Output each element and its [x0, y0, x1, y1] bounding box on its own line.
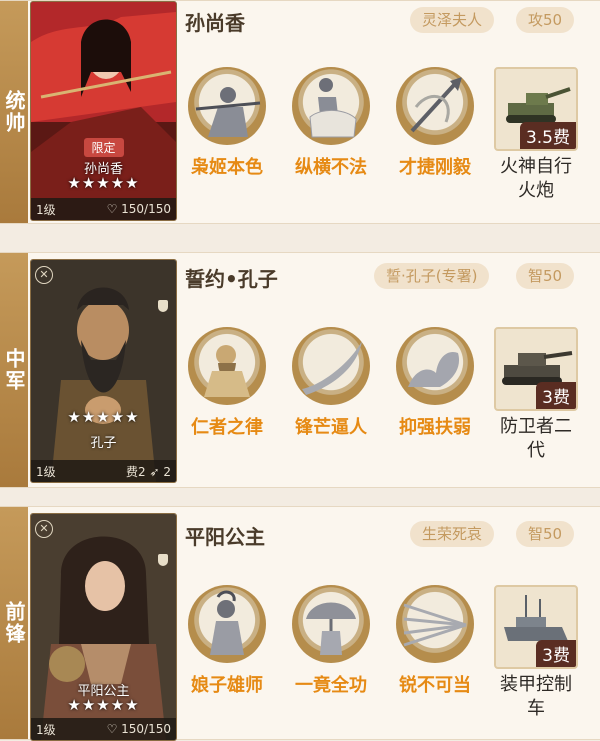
card-footer: 1级 费2 ➶ 2 — [31, 460, 176, 482]
general-name: 誓约•孔子 — [185, 267, 278, 291]
role-label: 中军 — [0, 253, 28, 487]
equipment-label: 装甲控制车 — [500, 674, 572, 719]
cost-badge: 3费 — [536, 640, 576, 667]
equipment-label: 防卫者二代 — [500, 416, 572, 461]
feather-icon: ➶ — [149, 464, 160, 479]
warrior-woman-icon — [188, 585, 266, 663]
tank-icon: 3费 — [494, 327, 578, 411]
star-rating: ★★★★★ — [67, 408, 140, 426]
stat-tag: 智50 — [516, 263, 575, 289]
skill-label: 才捷刚毅 — [399, 157, 471, 178]
skill-label: 娘子雄师 — [191, 675, 263, 696]
sage-icon — [188, 327, 266, 405]
role-label: 统帅 — [0, 1, 28, 223]
archer-icon — [188, 67, 266, 145]
umbrella-figure-icon — [292, 585, 370, 663]
shield-icon — [158, 554, 168, 566]
skill-label: 纵横不法 — [295, 157, 367, 178]
arm-muscle-icon — [396, 327, 474, 405]
blade-icon — [292, 327, 370, 405]
spear-icon — [396, 67, 474, 145]
armored-vehicle-icon: 3费 — [494, 585, 578, 669]
skill-1[interactable]: 娘子雄师 — [180, 585, 274, 697]
skill-label: 锋芒逼人 — [295, 417, 367, 438]
heart-icon: ♡ — [106, 722, 122, 736]
cost-badge: 3.5费 — [519, 122, 576, 149]
equipment-slot[interactable]: 3费 装甲控制车 — [493, 585, 579, 721]
equipment-slot[interactable]: 3费 防卫者二代 — [493, 327, 579, 463]
level-text: 1级 — [36, 722, 56, 737]
general-panel-1: 统帅 限定 孙尚香 ★★★★★ 1级 ♡ 150/150 孙尚香 灵泽夫人 攻5… — [0, 0, 600, 224]
title-tag: 誓·孔子(专署) — [374, 263, 490, 289]
stat-tag: 智50 — [516, 521, 575, 547]
horse-rider-icon — [292, 67, 370, 145]
card-footer: 1级 ♡ 150/150 — [31, 198, 176, 220]
skill-label: 抑强扶弱 — [399, 417, 471, 438]
card-general-name: 孔子 — [90, 436, 117, 451]
skill-2[interactable]: 锋芒逼人 — [284, 327, 378, 439]
limited-badge: 限定 — [83, 138, 124, 157]
skill-2[interactable]: 纵横不法 — [284, 67, 378, 179]
general-panel-2: 中军 ✕ ★★★★★ 孔子 1级 费2 ➶ 2 誓约•孔子 誓·孔子(专署) 智… — [0, 252, 600, 488]
title-tag: 灵泽夫人 — [410, 7, 495, 33]
cost-badge: 3费 — [536, 382, 576, 409]
heart-icon: ♡ — [106, 202, 122, 216]
hp-display: ♡ 150/150 — [106, 202, 171, 216]
close-icon[interactable]: ✕ — [35, 266, 53, 284]
skill-label: 枭姬本色 — [191, 157, 263, 178]
skill-1[interactable]: 仁者之律 — [180, 327, 274, 439]
general-panel-3: 前锋 ✕ 平阳公主 ★★★★★ 1级 ♡ 150/150 平阳公主 生荣死哀 智… — [0, 506, 600, 741]
role-label: 前锋 — [0, 507, 28, 739]
skill-label: 锐不可当 — [399, 675, 471, 696]
skill-3[interactable]: 才捷刚毅 — [388, 67, 482, 179]
hp-display: ♡ 150/150 — [106, 722, 171, 736]
star-rating: ★★★★★ — [67, 174, 140, 192]
skill-2[interactable]: 一竟全功 — [284, 585, 378, 697]
cost-display: 费2 ➶ 2 — [126, 464, 171, 479]
title-tag: 生荣死哀 — [410, 521, 495, 547]
close-icon[interactable]: ✕ — [35, 520, 53, 538]
skill-3[interactable]: 抑强扶弱 — [388, 327, 482, 439]
skill-label: 仁者之律 — [191, 417, 263, 438]
general-card[interactable]: ✕ 平阳公主 ★★★★★ 1级 ♡ 150/150 — [30, 513, 177, 741]
equipment-slot[interactable]: 3.5费 火神自行 火炮 — [493, 67, 579, 203]
stat-tag: 攻50 — [516, 7, 575, 33]
equipment-label: 火神自行 火炮 — [500, 156, 572, 201]
general-name: 平阳公主 — [185, 525, 265, 549]
skill-1[interactable]: 枭姬本色 — [180, 67, 274, 179]
general-name: 孙尚香 — [185, 11, 245, 35]
shield-icon — [158, 300, 168, 312]
arrows-icon — [396, 585, 474, 663]
star-rating: ★★★★★ — [67, 696, 140, 714]
skill-3[interactable]: 锐不可当 — [388, 585, 482, 697]
card-footer: 1级 ♡ 150/150 — [31, 718, 176, 740]
skill-label: 一竟全功 — [295, 675, 367, 696]
general-card[interactable]: 限定 孙尚香 ★★★★★ 1级 ♡ 150/150 — [30, 1, 177, 221]
level-text: 1级 — [36, 202, 56, 217]
tank-icon: 3.5费 — [494, 67, 578, 151]
level-text: 1级 — [36, 464, 56, 479]
general-card[interactable]: ✕ ★★★★★ 孔子 1级 费2 ➶ 2 — [30, 259, 177, 483]
